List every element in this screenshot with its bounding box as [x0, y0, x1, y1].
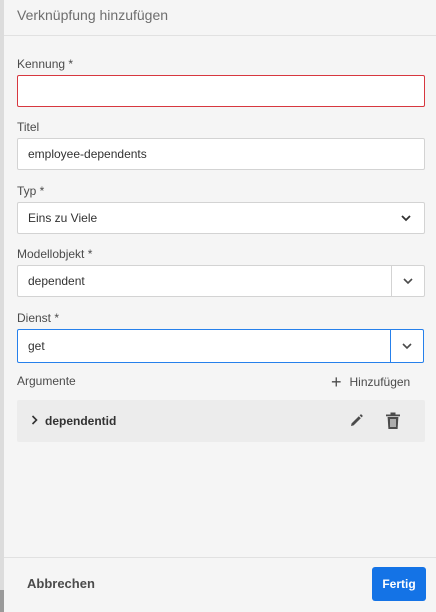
- trash-icon[interactable]: [385, 412, 401, 435]
- model-object-value: dependent: [28, 274, 85, 288]
- model-object-combobox[interactable]: dependent: [17, 265, 425, 297]
- service-combobox[interactable]: get: [17, 329, 424, 363]
- identifier-input[interactable]: [17, 75, 425, 107]
- service-value: get: [28, 339, 45, 353]
- type-label: Typ *: [17, 184, 45, 198]
- dialog-title: Verknüpfung hinzufügen: [17, 7, 169, 23]
- pencil-icon[interactable]: [348, 413, 364, 434]
- argument-name: dependentid: [45, 414, 117, 428]
- chevron-down-icon: [403, 277, 413, 285]
- type-select[interactable]: Eins zu Viele: [17, 202, 425, 234]
- dialog-footer: Abbrechen Fertig: [4, 557, 436, 612]
- add-argument-button[interactable]: + Hinzufügen: [331, 372, 410, 392]
- service-dropdown-button[interactable]: [390, 330, 423, 362]
- type-select-value: Eins zu Viele: [28, 211, 98, 225]
- arguments-label: Argumente: [17, 374, 76, 388]
- argument-row[interactable]: dependentid: [17, 400, 425, 442]
- title-input[interactable]: employee-dependents: [17, 138, 425, 170]
- dialog-header: Verknüpfung hinzufügen: [4, 0, 436, 36]
- add-argument-label: Hinzufügen: [349, 375, 411, 389]
- service-label: Dienst *: [17, 311, 60, 325]
- model-object-dropdown-button[interactable]: [391, 266, 424, 296]
- plus-icon: +: [331, 372, 342, 392]
- identifier-label: Kennung *: [17, 57, 74, 71]
- title-label: Titel: [17, 120, 40, 134]
- cancel-button[interactable]: Abbrechen: [27, 576, 95, 591]
- done-button[interactable]: Fertig: [372, 567, 426, 601]
- model-object-label: Modellobjekt *: [17, 247, 93, 261]
- chevron-down-icon: [402, 342, 412, 350]
- chevron-right-icon[interactable]: [31, 415, 38, 425]
- chevron-down-icon: [401, 214, 411, 222]
